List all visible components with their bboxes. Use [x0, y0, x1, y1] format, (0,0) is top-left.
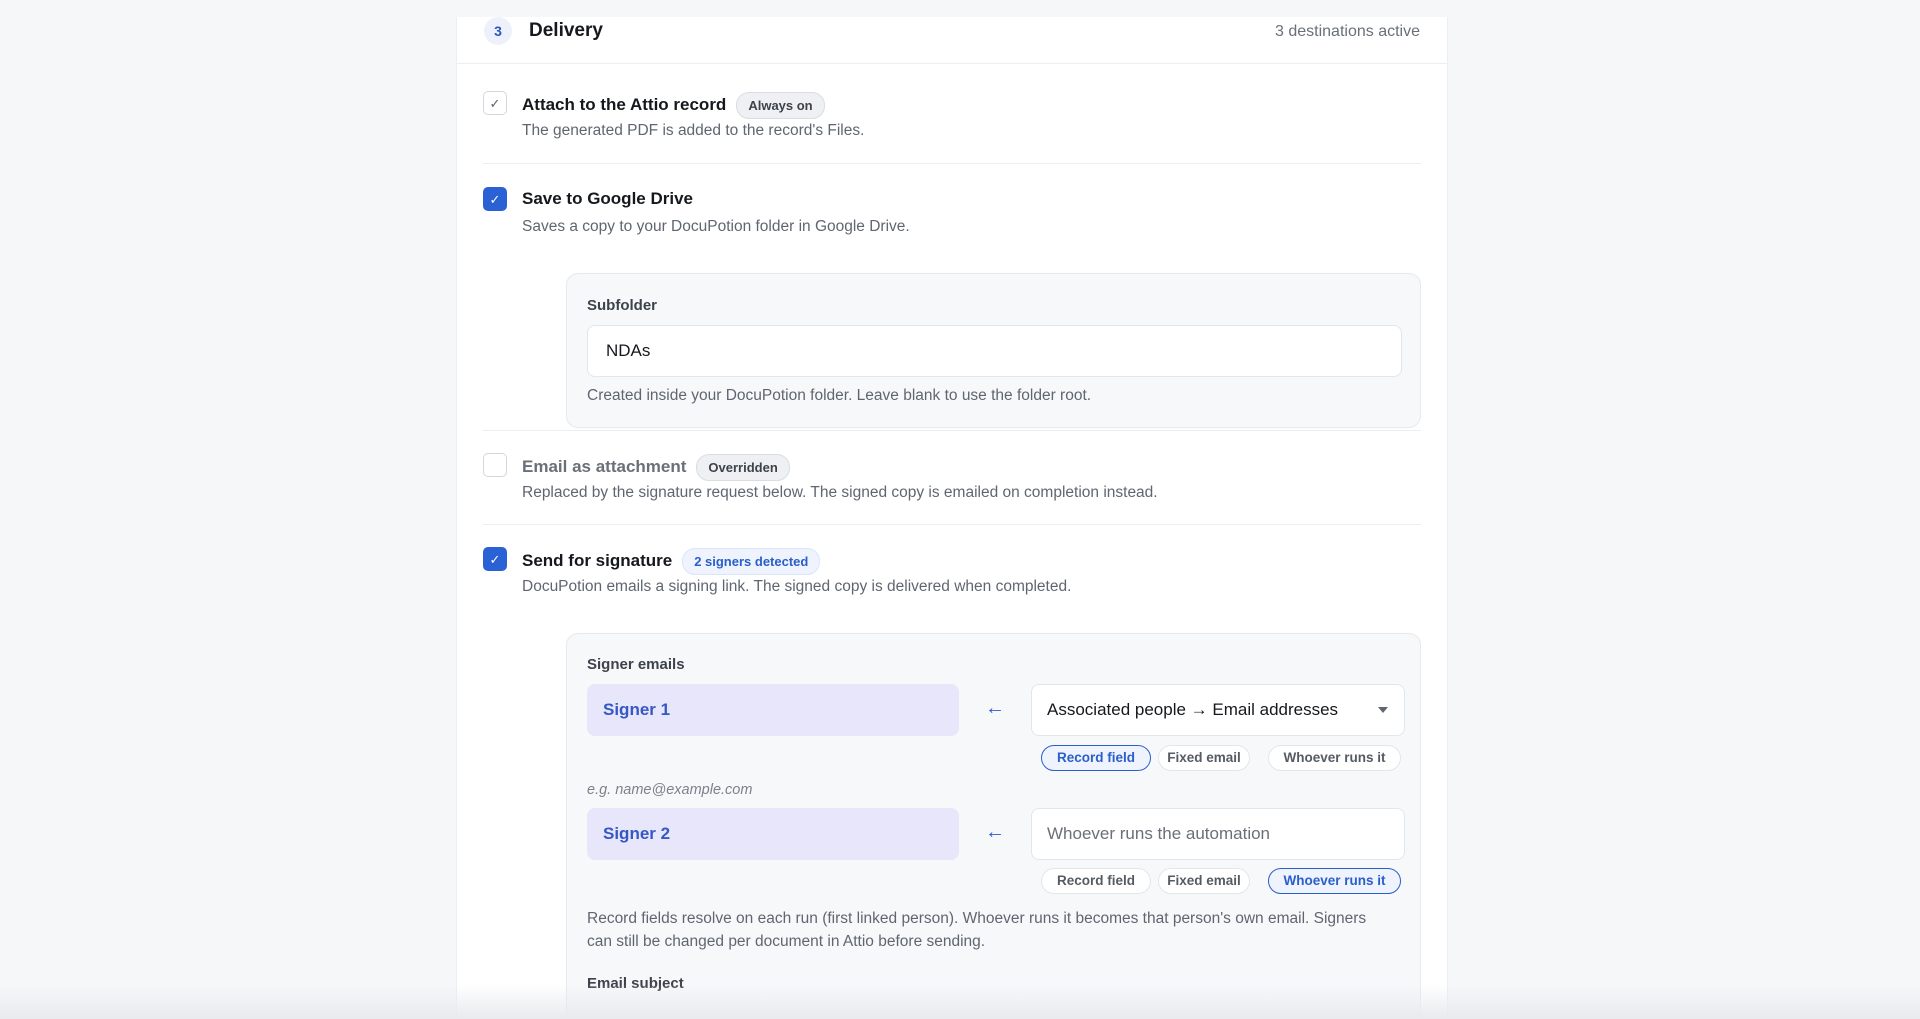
signer-1-chip: Signer 1: [587, 684, 959, 736]
check-icon: ✓: [489, 551, 501, 567]
section-title: Delivery: [529, 20, 603, 41]
overridden-badge: Overridden: [696, 454, 790, 481]
destinations-count: 3 destinations active: [1275, 23, 1420, 40]
check-icon: ✓: [489, 191, 501, 207]
email-row: Email as attachment Overridden Replaced b…: [483, 453, 1421, 523]
arrow-left-icon: ←: [985, 697, 1005, 719]
drive-checkbox[interactable]: ✓: [483, 187, 507, 211]
subfolder-panel: Subfolder NDAs Created inside your DocuP…: [566, 273, 1421, 428]
divider: [483, 430, 1421, 431]
signer-help-line-2: can still be changed per document in Att…: [587, 933, 986, 950]
step-number-badge: 3: [484, 17, 512, 45]
subfolder-help: Created inside your DocuPotion folder. L…: [587, 387, 1092, 404]
signer-2-mode-fixed-email[interactable]: Fixed email: [1158, 868, 1250, 894]
attach-title: Attach to the Attio record: [522, 94, 727, 114]
signer-1-mode-fixed-email[interactable]: Fixed email: [1158, 745, 1250, 771]
signer-1-source-value: Associated people → Email addresses: [1047, 700, 1339, 719]
signature-description: DocuPotion emails a signing link. The si…: [522, 578, 1072, 595]
signer-emails-label: Signer emails: [587, 656, 685, 673]
bottom-fade: [0, 984, 1920, 1019]
signer-2-mode-whoever-runs-it[interactable]: Whoever runs it: [1268, 868, 1401, 894]
email-title-wrap: Email as attachment Overridden: [522, 454, 790, 481]
signature-title-wrap: Send for signature 2 signers detected: [522, 548, 821, 575]
email-title: Email as attachment: [522, 456, 687, 476]
attach-title-wrap: Attach to the Attio record Always on: [522, 92, 825, 119]
signer-1-mode-whoever-runs-it[interactable]: Whoever runs it: [1268, 745, 1401, 771]
signers-detected-badge: 2 signers detected: [682, 548, 821, 575]
signature-title: Send for signature: [522, 550, 673, 570]
signer-2-chip: Signer 2: [587, 808, 959, 860]
divider: [483, 163, 1421, 164]
email-description: Replaced by the signature request below.…: [522, 484, 1158, 501]
subfolder-input[interactable]: NDAs: [587, 325, 1402, 377]
signer-help-line-1: Record fields resolve on each run (first…: [587, 910, 1367, 927]
signer-1-mode-record-field[interactable]: Record field: [1041, 745, 1151, 771]
subfolder-label: Subfolder: [587, 297, 657, 314]
check-icon: ✓: [489, 95, 501, 111]
card-header: 3 Delivery 3 destinations active: [457, 17, 1447, 64]
drive-row: ✓ Save to Google Drive Saves a copy to y…: [483, 187, 1421, 428]
attach-checkbox[interactable]: ✓: [483, 91, 507, 115]
signature-checkbox[interactable]: ✓: [483, 547, 507, 571]
delivery-card: 3 Delivery 3 destinations active ✓ Attac…: [456, 17, 1448, 1019]
drive-description: Saves a copy to your DocuPotion folder i…: [522, 218, 910, 235]
email-checkbox[interactable]: [483, 453, 507, 477]
example-email-hint: e.g. name@example.com: [587, 782, 753, 798]
signer-2-source-input[interactable]: Whoever runs the automation: [1031, 808, 1405, 860]
attach-description: The generated PDF is added to the record…: [522, 122, 865, 139]
attach-row: ✓ Attach to the Attio record Always on Th…: [483, 91, 1421, 161]
always-on-badge: Always on: [736, 92, 825, 119]
arrow-left-icon: ←: [985, 821, 1005, 843]
signature-row: ✓ Send for signature 2 signers detected D…: [483, 547, 1421, 1019]
divider: [483, 524, 1421, 525]
chevron-down-icon: [1378, 707, 1388, 713]
signer-1-source-select[interactable]: Associated people → Email addresses: [1031, 684, 1405, 736]
signer-panel: Signer emails Signer 1 ← Associated peop…: [566, 633, 1421, 1019]
drive-title: Save to Google Drive: [522, 189, 693, 208]
signer-2-mode-record-field[interactable]: Record field: [1041, 868, 1151, 894]
